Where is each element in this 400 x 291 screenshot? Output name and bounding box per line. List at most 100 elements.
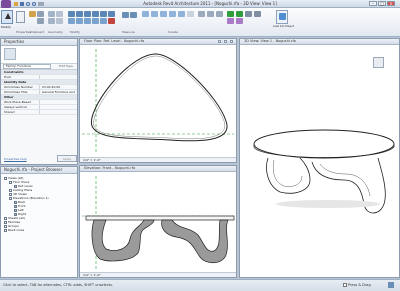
ribbon-group-label: Properties [16,30,32,34]
property-value[interactable] [39,75,76,79]
load-icon [279,13,286,20]
save-icon[interactable] [20,2,24,6]
array-icon[interactable] [84,18,91,24]
model-line-icon[interactable] [198,11,205,17]
floor-plan-header: Floor Plan: Ref. Level - Noguchi.rfa [80,39,236,45]
paste-icon[interactable] [29,11,36,17]
edit-type-button[interactable]: Edit Type [55,64,77,69]
swept-blend-icon[interactable] [178,11,185,17]
app-menu-icon[interactable] [1,0,11,8]
app-title: Autodesk Revit Architecture 2011 - [Nogu… [143,1,277,6]
elevation-canvas [82,176,235,271]
quick-access-toolbar[interactable] [14,1,74,7]
set-workplane-icon[interactable] [245,11,252,17]
load-into-project-button[interactable] [276,10,288,24]
expand-icon [4,228,7,232]
property-value[interactable]: General Furniture and Spe [39,90,76,94]
property-value[interactable] [39,100,76,104]
right-base-section [161,219,229,264]
property-rows: Constraints Host Identity Data OmniClass Nu… [1,70,77,115]
align-icon[interactable] [68,11,75,17]
reference-line-icon[interactable] [227,11,234,17]
view-minimize-icon[interactable] [218,40,221,43]
family-type-icon [4,48,16,60]
offset-icon[interactable] [76,11,83,17]
browser-tree-label: Revit Links [8,228,25,232]
scale-icon[interactable] [92,18,99,24]
opening-icon[interactable] [216,11,223,17]
blend-icon[interactable] [151,11,158,17]
left-base-section [91,219,155,262]
glass-top-3d [253,129,395,159]
pin-icon[interactable] [100,18,107,24]
copy-icon[interactable] [37,18,44,24]
threed-view[interactable]: 3D View: View 1 - Noguchi.rfa [239,38,400,278]
base-left-3d-inner [273,159,303,187]
property-label: Shared [4,110,15,114]
modify-button[interactable] [1,10,13,24]
component-icon[interactable] [207,11,214,17]
split-icon[interactable] [76,18,83,24]
close-button[interactable]: × [387,1,395,6]
floor-plan-view[interactable]: Floor Plan: Ref. Level - Noguchi.rfa 1/4… [79,38,237,163]
elevation-header: Elevation: Front - Noguchi.rfa [80,166,236,172]
dimension-icon[interactable] [130,12,137,18]
cope-icon[interactable] [48,18,55,24]
properties-tool-icon[interactable] [16,11,25,23]
property-value[interactable]: 23.40.20.00 [39,85,76,89]
property-label: OmniClass Number [4,85,33,89]
threed-canvas [253,129,395,214]
delete-icon[interactable] [108,18,115,24]
rotate-icon[interactable] [108,11,115,17]
copy-tool-icon[interactable] [100,11,107,17]
view-close-icon[interactable] [230,40,233,43]
filter-icon[interactable] [388,282,394,288]
type-selector[interactable]: Family: Furniture [3,64,51,69]
elevation-title: Elevation: Front - Noguchi.rfa [84,166,136,170]
view-maximize-icon[interactable] [224,40,227,43]
create-tools [142,11,270,25]
maximize-button[interactable]: □ [378,1,386,6]
paint-icon[interactable] [56,18,63,24]
open-icon[interactable] [14,2,18,6]
floor-plan-title: Floor Plan: Ref. Level - Noguchi.rfa [84,39,145,43]
floor-plan-view-control-bar[interactable]: 1/4" = 1'-0" [80,157,236,162]
apply-button[interactable]: Apply [57,155,77,162]
properties-help-link[interactable]: Properties help [4,157,27,161]
reference-plane-icon[interactable] [236,11,243,17]
base-shadow [276,200,380,208]
ribbon-group-label: Clipboard [30,30,45,34]
ribbon-group-label: Create [168,30,178,34]
void-forms-icon[interactable] [187,11,194,17]
connector-icon[interactable] [236,18,243,24]
move-icon[interactable] [92,11,99,17]
cut-icon[interactable] [37,11,44,17]
elevation-view-control-bar[interactable]: 1/4" = 1'-0" [80,272,236,277]
project-browser: Noguchi.rfa - Project Browser Views (all… [0,166,78,278]
split-face-icon[interactable] [56,11,63,17]
minimize-button[interactable]: – [369,1,377,6]
floor-plan-scale: 1/4" = 1'-0" [83,158,101,162]
sweep-icon[interactable] [169,11,176,17]
elevation-view[interactable]: Elevation: Front - Noguchi.rfa 1/4" = 1'… [79,165,237,278]
redo-icon[interactable] [32,2,36,6]
press-drag-checkbox[interactable] [343,283,347,287]
load-label: Load into Project [273,25,294,28]
project-browser-title: Noguchi.rfa - Project Browser [1,167,77,174]
type-selector-label: Family: Furniture [6,64,31,68]
measure-tool-icon[interactable] [122,12,129,18]
browser-tree-item[interactable]: Revit Links [1,228,77,232]
property-value[interactable] [39,105,76,109]
revolve-icon[interactable] [160,11,167,17]
control-icon[interactable] [227,18,234,24]
undo-icon[interactable] [26,2,30,6]
trim-icon[interactable] [68,18,75,24]
property-value[interactable] [39,110,76,114]
measure-icon[interactable] [38,2,44,6]
join-icon[interactable] [48,11,55,17]
mirror-icon[interactable] [84,11,91,17]
show-workplane-icon[interactable] [254,11,261,17]
property-label: Always vertical [4,105,27,109]
property-row: Shared [1,110,77,115]
extrusion-icon[interactable] [142,11,149,17]
